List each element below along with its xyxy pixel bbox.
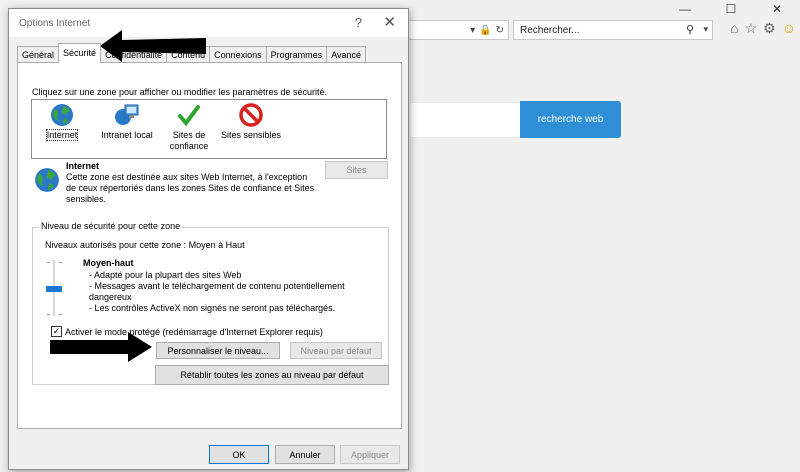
tab-advanced[interactable]: Avancé bbox=[326, 46, 367, 63]
web-search-button[interactable]: recherche web bbox=[520, 101, 621, 138]
globe-icon bbox=[51, 104, 73, 126]
cancel-button[interactable]: Annuler bbox=[275, 445, 335, 464]
security-tab-panel: Cliquez sur une zone pour afficher ou mo… bbox=[17, 62, 402, 429]
intranet-icon bbox=[115, 104, 139, 125]
custom-level-button[interactable]: Personnaliser le niveau... bbox=[156, 342, 280, 359]
feedback-smiley-icon[interactable]: ☺ bbox=[782, 20, 796, 37]
maximize-icon[interactable]: ☐ bbox=[708, 0, 754, 18]
zone-instruction: Cliquez sur une zone pour afficher ou mo… bbox=[32, 87, 327, 97]
zone-trusted-sites[interactable]: Sites de confiance bbox=[162, 100, 216, 158]
help-icon[interactable]: ? bbox=[355, 15, 362, 30]
close-window-icon[interactable]: ✕ bbox=[754, 0, 800, 18]
chevron-down-icon[interactable]: ▾ bbox=[703, 24, 708, 35]
slider-tick bbox=[59, 314, 62, 315]
zone-intranet[interactable]: Intranet local bbox=[92, 100, 162, 158]
slider-tick bbox=[59, 262, 62, 263]
window-controls: — ☐ ✕ bbox=[662, 0, 800, 18]
dropdown-icon[interactable]: ▾ bbox=[470, 25, 475, 36]
slider-tick bbox=[47, 314, 50, 315]
web-search-input[interactable] bbox=[410, 102, 522, 138]
address-bar[interactable]: ▾ 🔒 ↻ bbox=[405, 20, 509, 40]
reset-all-zones-button[interactable]: Rétablir toutes les zones au niveau par … bbox=[155, 365, 389, 385]
zone-label-trusted: Sites de confiance bbox=[169, 130, 209, 151]
tab-programs[interactable]: Programmes bbox=[265, 46, 328, 63]
internet-options-dialog: Options Internet ? ✕ Général Sécurité Co… bbox=[8, 8, 409, 470]
allowed-levels: Niveaux autorisés pour cette zone : Moye… bbox=[45, 240, 245, 250]
zone-label-internet: Internet bbox=[45, 129, 79, 141]
level-line: - Les contrôles ActiveX non signés ne se… bbox=[89, 303, 336, 313]
apply-button[interactable]: Appliquer bbox=[340, 445, 400, 464]
restricted-icon bbox=[239, 103, 263, 127]
level-description: - Adapté pour la plupart des sites Web -… bbox=[89, 270, 359, 314]
annotation-arrow-custom-level bbox=[50, 332, 152, 362]
zone-description: Cette zone est destinée aux sites Web In… bbox=[66, 172, 315, 204]
default-level-button[interactable]: Niveau par défaut bbox=[290, 342, 382, 359]
zone-label-intranet: Intranet local bbox=[101, 130, 153, 140]
sites-button[interactable]: Sites bbox=[325, 161, 388, 179]
minimize-icon[interactable]: — bbox=[662, 0, 708, 18]
zone-desc-title: Internet bbox=[66, 161, 100, 171]
zone-list: Internet Intranet local Sites de confian… bbox=[31, 99, 387, 159]
search-placeholder: Rechercher... bbox=[520, 25, 580, 36]
checkmark-icon bbox=[178, 105, 200, 127]
level-line: - Messages avant le téléchargement de co… bbox=[89, 281, 345, 302]
close-icon[interactable]: ✕ bbox=[383, 13, 396, 31]
zone-restricted-sites[interactable]: Sites sensibles bbox=[216, 100, 286, 158]
dialog-title: Options Internet bbox=[19, 18, 91, 29]
tab-security[interactable]: Sécurité bbox=[58, 43, 102, 63]
home-icon[interactable]: ⌂ bbox=[730, 20, 738, 37]
tab-connections[interactable]: Connexions bbox=[209, 46, 267, 63]
globe-icon bbox=[35, 168, 59, 192]
tab-general[interactable]: Général bbox=[17, 46, 60, 63]
slider-tick bbox=[47, 262, 50, 263]
favorites-icon[interactable]: ☆ bbox=[745, 20, 758, 37]
ok-button[interactable]: OK bbox=[209, 445, 269, 464]
security-level-legend: Niveau de sécurité pour cette zone bbox=[39, 221, 183, 231]
zone-internet[interactable]: Internet bbox=[32, 100, 92, 158]
annotation-arrow-tab bbox=[100, 30, 206, 62]
refresh-icon[interactable]: ↻ bbox=[496, 25, 504, 36]
level-title: Moyen-haut bbox=[83, 258, 134, 268]
browser-search-input[interactable]: Rechercher... ⚲ ▾ bbox=[513, 20, 713, 40]
lock-icon: 🔒 bbox=[479, 24, 492, 36]
gear-icon[interactable]: ⚙ bbox=[763, 20, 776, 37]
search-icon[interactable]: ⚲ bbox=[686, 23, 694, 36]
level-line: - Adapté pour la plupart des sites Web bbox=[89, 270, 242, 280]
zone-label-restricted: Sites sensibles bbox=[220, 130, 282, 140]
toolbar-icons: ⌂ ☆ ⚙ ☺ bbox=[730, 20, 796, 37]
security-slider-thumb[interactable] bbox=[46, 286, 62, 292]
